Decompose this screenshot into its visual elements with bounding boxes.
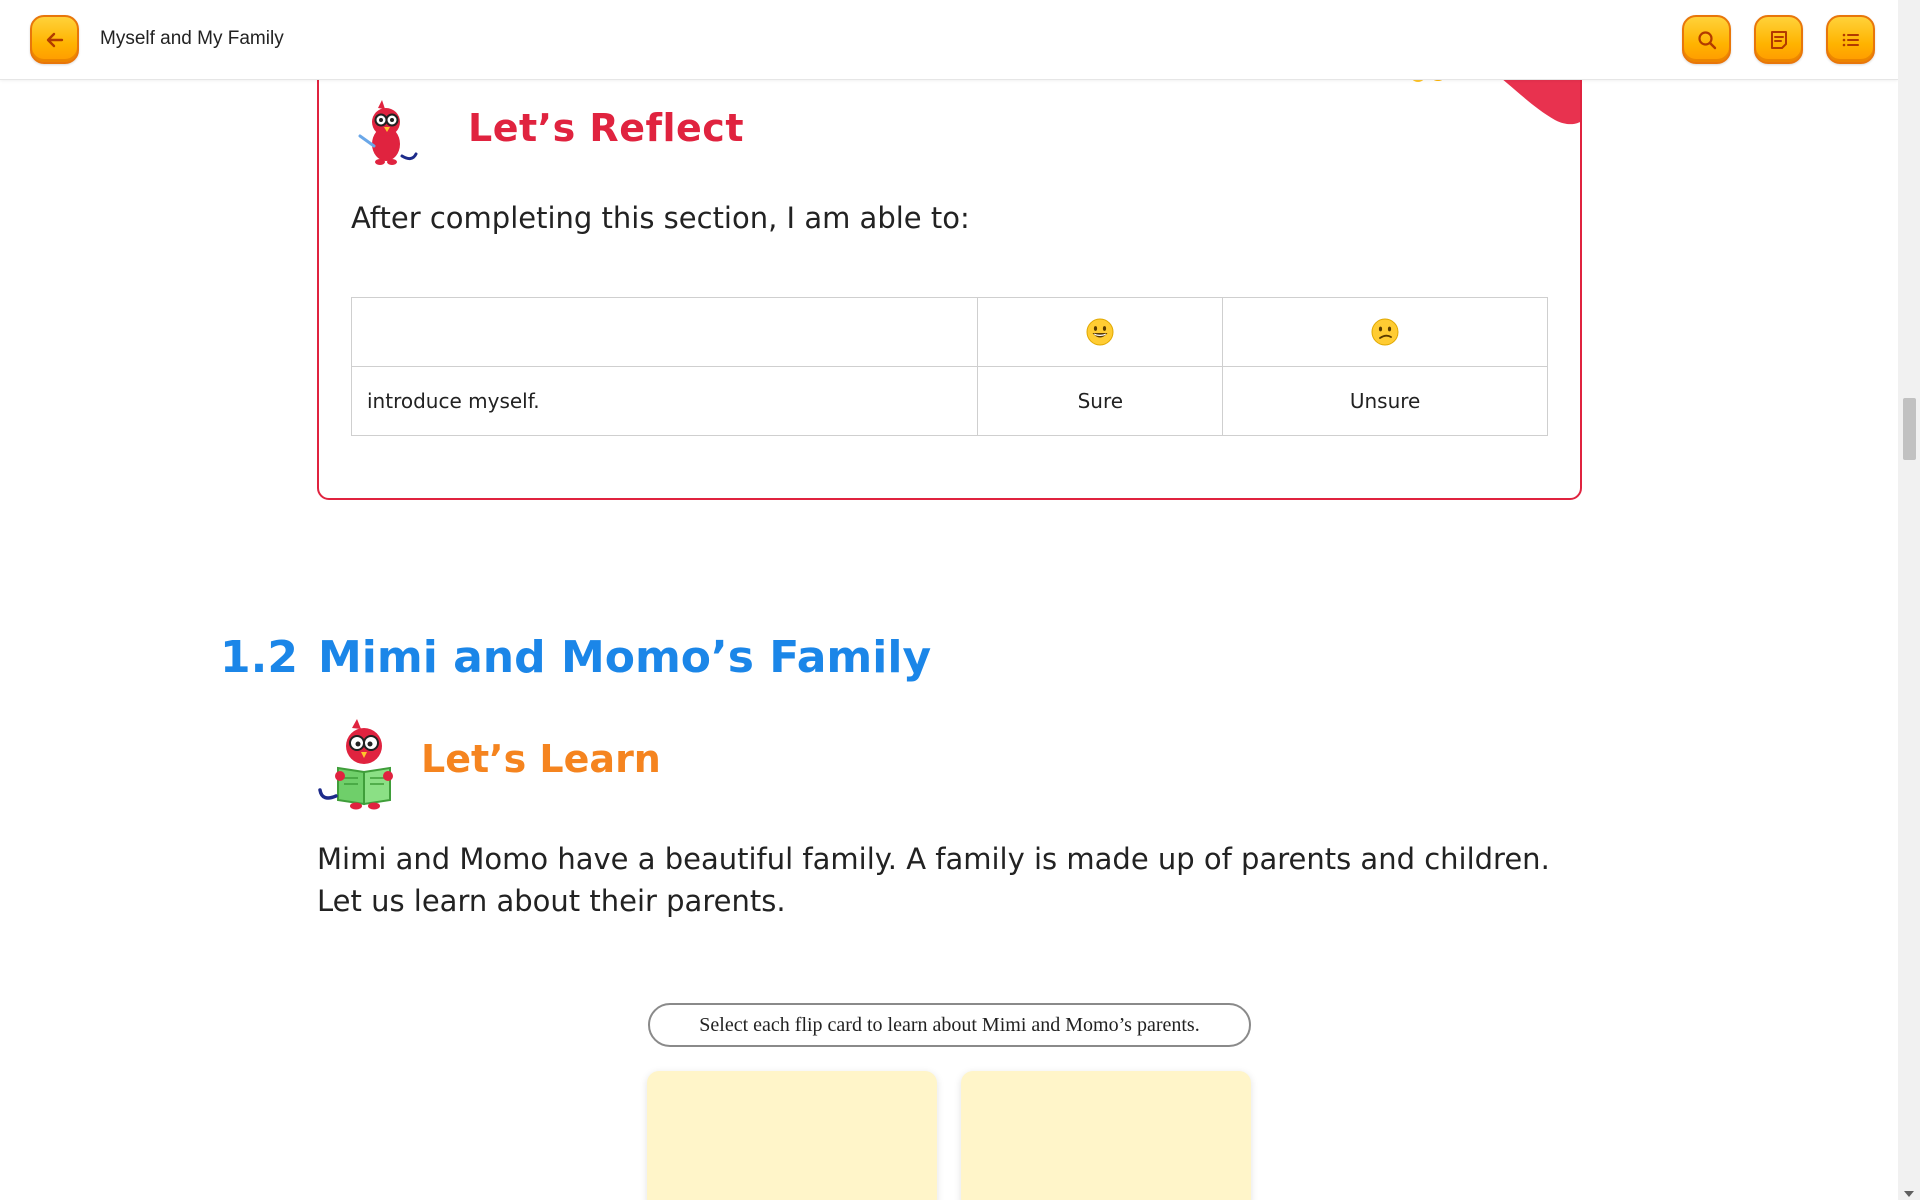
scrollbar-thumb[interactable] — [1903, 398, 1916, 460]
mascot-writing-illustration — [358, 100, 418, 165]
learn-heading: Let’s Learn — [421, 737, 661, 781]
table-row: introduce myself. Sure Unsure — [350, 366, 1548, 436]
mascot-reading-illustration — [318, 719, 393, 810]
reflect-table: introduce myself. Sure Unsure — [350, 297, 1548, 436]
notes-icon — [1770, 30, 1787, 49]
table-of-contents-button[interactable] — [1826, 15, 1875, 64]
list-menu-icon — [1842, 33, 1859, 46]
page-title: Myself and My Family — [100, 28, 284, 49]
search-icon — [1697, 30, 1716, 49]
section-title: Mimi and Momo’s Family — [318, 632, 932, 683]
table-header-cell-empty — [350, 297, 979, 367]
flip-card-1[interactable] — [647, 1071, 937, 1200]
back-button[interactable] — [30, 15, 79, 64]
search-button[interactable] — [1682, 15, 1731, 64]
flip-card-instruction: Select each flip card to learn about Mim… — [648, 1003, 1251, 1047]
grinning-face-icon — [1086, 318, 1114, 346]
flip-card-2[interactable] — [961, 1071, 1251, 1200]
reflect-intro-text: After completing this section, I am able… — [351, 201, 970, 235]
reflect-heading: Let’s Reflect — [468, 106, 744, 150]
table-header-row — [350, 297, 1548, 367]
sure-option[interactable]: Sure — [977, 366, 1224, 436]
arrow-left-icon — [46, 32, 63, 47]
unsure-option[interactable]: Unsure — [1222, 366, 1548, 436]
table-header-cell-unsure — [1222, 297, 1548, 367]
confused-face-icon — [1371, 318, 1399, 346]
notes-button[interactable] — [1754, 15, 1803, 64]
learn-paragraph: Mimi and Momo have a beautiful family. A… — [317, 842, 1550, 918]
top-bar: Myself and My Family — [0, 0, 1898, 80]
section-number: 1.2 — [220, 632, 298, 683]
reflect-statement: introduce myself. — [350, 366, 979, 436]
table-header-cell-sure — [977, 297, 1224, 367]
page-scrollbar[interactable] — [1898, 0, 1920, 1200]
scroll-down-arrow-icon[interactable] — [1904, 1191, 1914, 1197]
